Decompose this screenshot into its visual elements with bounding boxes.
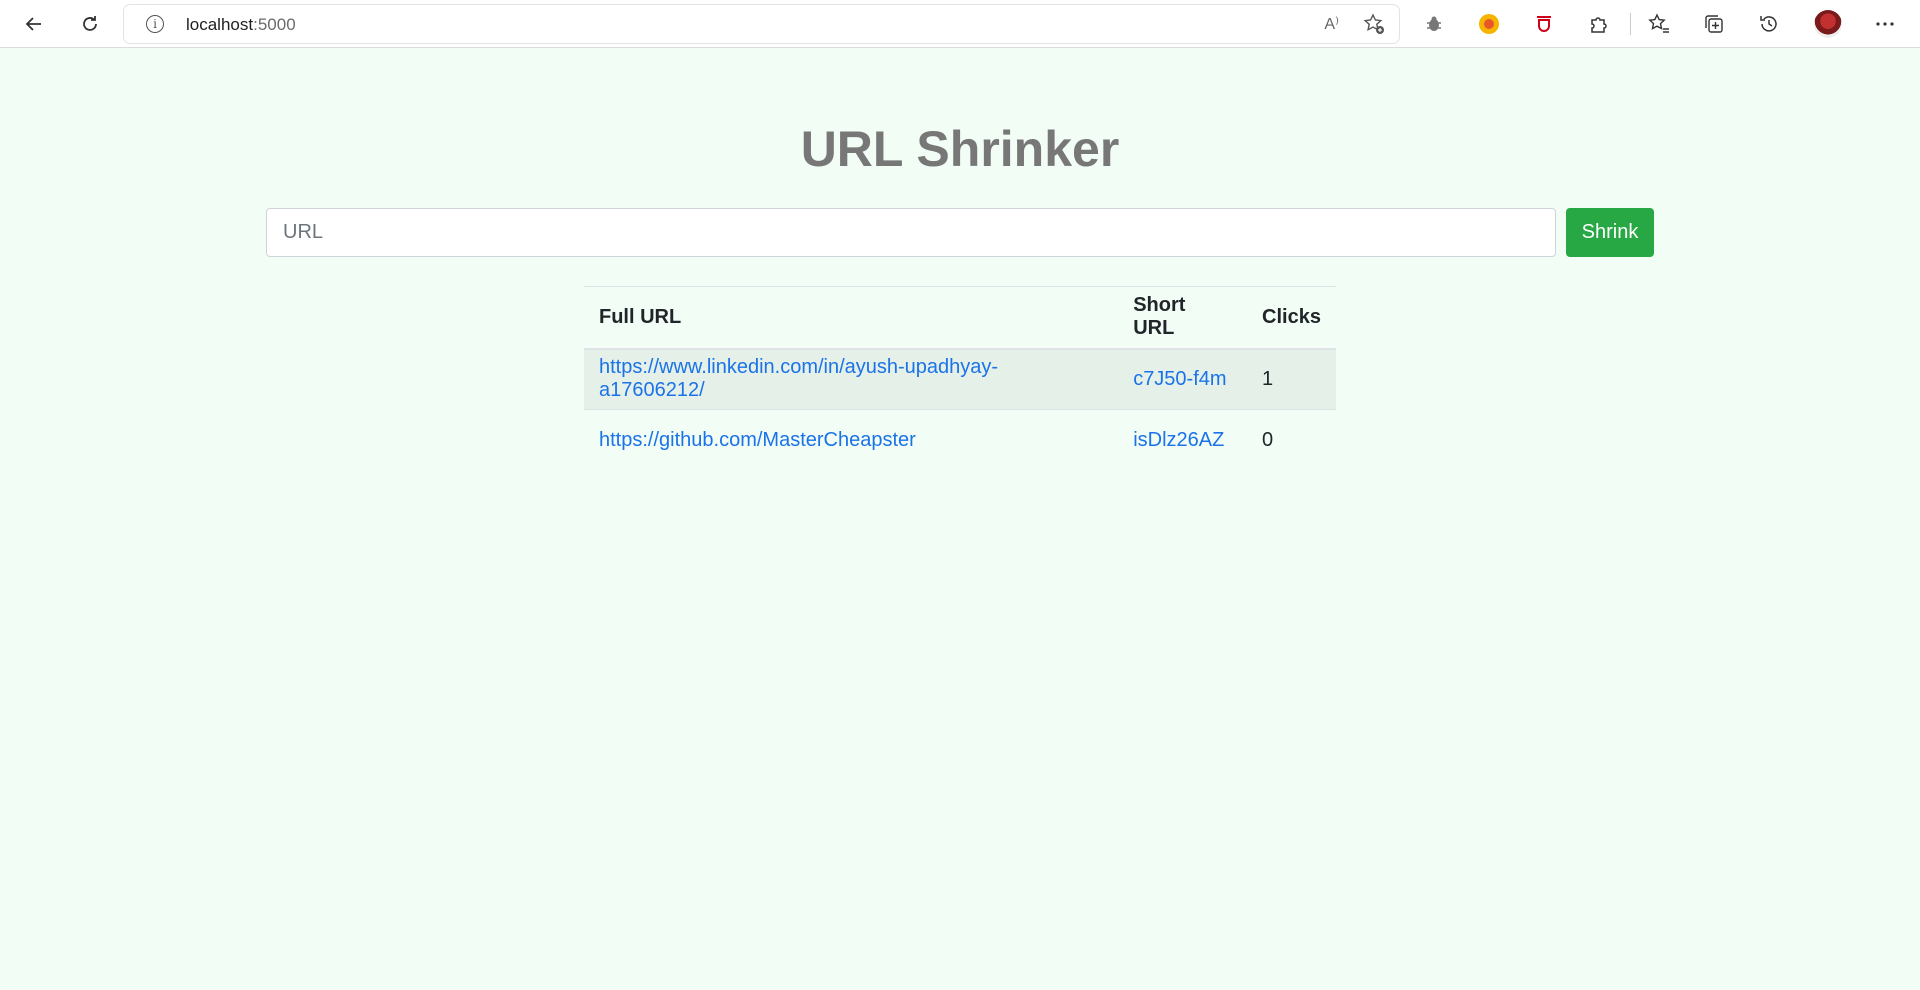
table-header-row: Full URL Short URL Clicks [584,286,1336,350]
table-row: https://www.linkedin.com/in/ayush-upadhy… [584,348,1336,410]
address-url: localhost:5000 [186,15,296,34]
clicks-cell: 1 [1247,348,1336,410]
site-info-icon[interactable]: i [146,15,164,33]
full-url-cell: https://www.linkedin.com/in/ayush-upadhy… [584,348,1119,410]
more-options-icon[interactable] [1873,12,1897,36]
read-aloud-icon[interactable]: A⁾ [1324,14,1339,34]
toolbar-divider [1630,13,1631,35]
shrink-button[interactable]: Shrink [1566,208,1654,257]
full-url-header: Full URL [584,286,1119,350]
url-input[interactable] [266,208,1556,257]
shrink-form: Shrink [266,208,1654,257]
page-title: URL Shrinker [800,121,1120,177]
history-icon[interactable] [1757,12,1781,36]
honey-extension-icon[interactable] [1477,12,1501,36]
full-url-cell: https://github.com/MasterCheapster [584,409,1119,471]
clicks-cell: 0 [1247,409,1336,471]
table-row: https://github.com/MasterCheapster isDlz… [584,409,1336,471]
short-url-cell: isDlz26AZ [1118,409,1248,471]
extensions-puzzle-icon[interactable] [1587,12,1611,36]
full-url-link[interactable]: https://github.com/MasterCheapster [599,429,916,451]
add-favorite-icon[interactable] [1363,13,1385,40]
refresh-icon[interactable] [74,8,106,40]
short-url-link[interactable]: isDlz26AZ [1133,429,1224,451]
address-bar[interactable]: i localhost:5000 A⁾ [124,5,1399,43]
save-extension-icon[interactable] [1532,12,1556,36]
back-icon[interactable] [18,8,50,40]
full-url-link[interactable]: https://www.linkedin.com/in/ayush-upadhy… [599,356,998,401]
urls-table: Full URL Short URL Clicks https://www.li… [584,286,1336,471]
collections-icon[interactable] [1702,12,1726,36]
browser-toolbar: i localhost:5000 A⁾ [0,0,1920,48]
clicks-header: Clicks [1247,286,1336,350]
favorites-icon[interactable] [1647,12,1671,36]
bug-extension-icon[interactable] [1422,12,1446,36]
profile-avatar[interactable] [1814,10,1842,38]
short-url-link[interactable]: c7J50-f4m [1133,368,1226,390]
short-url-header: Short URL [1118,286,1248,350]
short-url-cell: c7J50-f4m [1118,348,1248,410]
